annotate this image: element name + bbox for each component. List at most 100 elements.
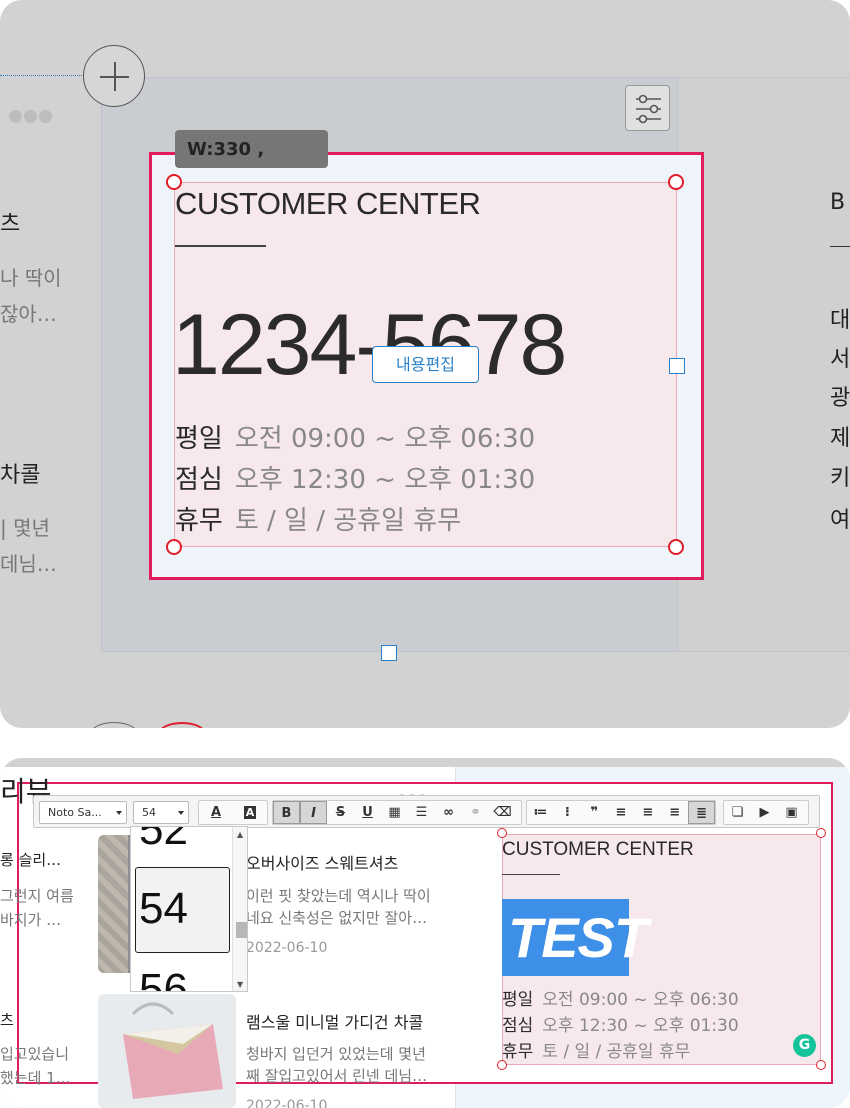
- hours-label: 점심: [502, 1016, 534, 1036]
- font-size-dropdown[interactable]: 52 54 56 ▲ ▼: [130, 826, 248, 992]
- align-right-icon[interactable]: ≡: [661, 801, 688, 824]
- left-item-title: 츠: [0, 1011, 14, 1029]
- resize-handle-bottom-right[interactable]: [816, 1060, 826, 1070]
- resize-handle-bottom-left[interactable]: [166, 539, 182, 555]
- hours-value: 토 / 일 / 공휴일 휴무: [542, 1042, 691, 1062]
- settings-sliders-icon[interactable]: [625, 85, 670, 131]
- left-item-desc: 데님…: [0, 552, 57, 576]
- bg-color-icon: A: [243, 806, 257, 819]
- item-desc: 째 잘입고있어서 린넨 데님…: [246, 1067, 428, 1085]
- bullet-list-icon[interactable]: ⁝: [554, 801, 581, 824]
- resize-handle-top-left[interactable]: [166, 174, 182, 190]
- left-item-title: 차콜: [0, 463, 41, 488]
- align-justify-icon[interactable]: ≣: [688, 801, 716, 824]
- hours-row-weekday: 평일 오전 09:00 ~ 오후 06:30: [175, 418, 535, 455]
- gallery-icon[interactable]: ❏: [724, 801, 751, 824]
- right-item-desc: 대: [830, 308, 850, 333]
- hours-row-weekday: 평일 오전 09:00 ~ 오후 06:30: [502, 985, 739, 1010]
- scrollbar-thumb[interactable]: [236, 922, 247, 938]
- align-left-icon[interactable]: ≡: [608, 801, 635, 824]
- hours-label: 평일: [175, 424, 223, 454]
- right-item-title: B: [830, 190, 846, 215]
- left-item-desc: 바지가 …: [0, 911, 62, 929]
- more-dots-icon[interactable]: [9, 108, 54, 127]
- hours-value: 오후 12:30 ~ 오후 01:30: [234, 465, 536, 495]
- left-item-desc: | 몇년: [0, 516, 50, 540]
- resize-handle-bottom-left[interactable]: [497, 1060, 507, 1070]
- unlink-icon[interactable]: ⚭: [462, 801, 489, 824]
- add-button-partial[interactable]: [90, 722, 138, 728]
- size-option[interactable]: 52: [139, 827, 188, 855]
- editor-canvas-bottom: 리뷰 롱 슬리… 그런지 여름 바지가 … 츠 입고있습니 했는데 1… 오버사…: [0, 758, 850, 1108]
- align-center-icon[interactable]: ≡: [634, 801, 661, 824]
- strikethrough-button[interactable]: S: [327, 801, 354, 824]
- size-option[interactable]: 56: [139, 965, 188, 991]
- item-desc: 청바지 입던거 있었는데 몇년: [246, 1045, 426, 1063]
- widget-title: CUSTOMER CENTER: [502, 839, 694, 860]
- font-family-value: Noto Sa...: [48, 806, 102, 819]
- title-divider: [175, 245, 266, 247]
- add-section-button[interactable]: [83, 45, 145, 107]
- delete-button-partial[interactable]: [158, 722, 206, 728]
- hours-value: 토 / 일 / 공휴일 휴무: [234, 506, 462, 536]
- item-title[interactable]: 램스울 미니멀 가디건 차콜: [246, 1009, 423, 1033]
- bold-button[interactable]: B: [273, 801, 300, 824]
- dropdown-scrollbar[interactable]: ▲ ▼: [232, 827, 247, 991]
- product-image-bag[interactable]: [98, 994, 236, 1108]
- ordered-list-icon[interactable]: ≔: [527, 801, 554, 824]
- hours-label: 휴무: [175, 506, 223, 536]
- underline-button[interactable]: U: [354, 801, 381, 824]
- font-size-value: 54: [142, 806, 156, 819]
- sliders-icon: [636, 94, 661, 124]
- hours-row-lunch: 점심 오후 12:30 ~ 오후 01:30: [502, 1011, 739, 1036]
- rich-text-toolbar: Noto Sa... 54 A A B I S U ▦ ☰ ∞ ⚭ ⌫ ≔ ⁝ …: [33, 795, 820, 828]
- image-icon[interactable]: ▣: [778, 801, 805, 824]
- left-item-desc: 했는데 1…: [0, 1069, 71, 1087]
- italic-button[interactable]: I: [300, 801, 327, 824]
- hours-value: 오후 12:30 ~ 오후 01:30: [542, 1016, 739, 1036]
- resize-handle-top-left[interactable]: [497, 828, 507, 838]
- color-group: A A: [198, 800, 268, 825]
- resize-handle-bottom-right[interactable]: [668, 539, 684, 555]
- resize-handle-top-right[interactable]: [816, 828, 826, 838]
- dotted-guide-line: [0, 75, 84, 76]
- item-title[interactable]: 오버사이즈 스웨트셔츠: [246, 850, 398, 874]
- hours-label: 평일: [502, 990, 534, 1010]
- eraser-icon[interactable]: ⌫: [489, 801, 516, 824]
- horizontal-rule-icon[interactable]: ☰: [408, 801, 435, 824]
- resize-handle-top-right[interactable]: [668, 174, 684, 190]
- right-item-desc: 광: [830, 386, 850, 411]
- size-option-selected[interactable]: 54: [139, 884, 188, 934]
- item-date: 2022-06-10: [246, 940, 328, 956]
- video-icon[interactable]: ▶: [751, 801, 778, 824]
- table-icon[interactable]: ▦: [381, 801, 408, 824]
- item-date: 2022-06-10: [246, 1098, 328, 1108]
- size-tag: W:330 , H:240: [175, 130, 328, 168]
- edit-content-button[interactable]: 내용편집: [372, 346, 479, 383]
- section-resize-handle-bottom[interactable]: [381, 645, 397, 661]
- right-item-desc: 키: [830, 466, 850, 491]
- scroll-down-icon[interactable]: ▼: [237, 980, 243, 989]
- left-item-desc: 그런지 여름: [0, 887, 74, 905]
- resize-handle-right[interactable]: [669, 358, 685, 374]
- bag-illustration: [123, 1002, 223, 1099]
- right-item-desc: 제: [830, 426, 850, 451]
- editor-canvas-top: 츠 나 딱이 잖아… 차콜 | 몇년 데님… B 대 서 광 제 키 여 W:3…: [0, 0, 850, 728]
- left-item-desc: 입고있습니: [0, 1045, 70, 1063]
- right-item-divider: [830, 246, 850, 247]
- item-desc: 네요 신축성은 없지만 잘아…: [246, 909, 428, 927]
- bg-color-button[interactable]: A: [233, 801, 267, 824]
- font-color-button[interactable]: A: [199, 801, 233, 824]
- paragraph-group: ≔ ⁝ ❞ ≡ ≡ ≡ ≣: [526, 800, 716, 825]
- font-family-select[interactable]: Noto Sa...: [39, 801, 127, 824]
- blockquote-icon[interactable]: ❞: [581, 801, 608, 824]
- title-divider: [502, 874, 560, 875]
- test-image[interactable]: TEST: [502, 899, 648, 976]
- link-icon[interactable]: ∞: [435, 801, 462, 824]
- scroll-up-icon[interactable]: ▲: [237, 830, 243, 839]
- test-image-text: TEST: [508, 906, 648, 969]
- grammarly-icon[interactable]: G: [793, 1034, 816, 1057]
- font-size-select[interactable]: 54: [133, 801, 189, 824]
- hours-value: 오전 09:00 ~ 오후 06:30: [542, 990, 739, 1010]
- hours-row-holiday: 휴무 토 / 일 / 공휴일 휴무: [175, 500, 461, 537]
